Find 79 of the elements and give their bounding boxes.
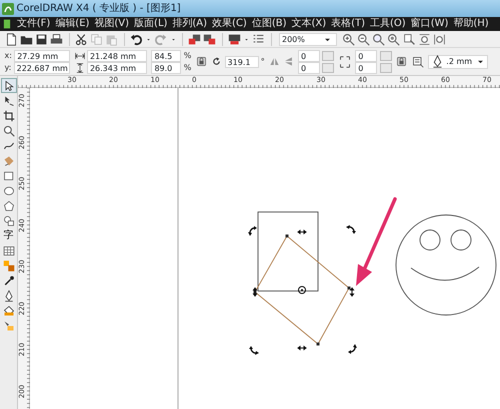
app-icon — [2, 2, 14, 14]
outline-width-combo[interactable]: .2 mm — [428, 54, 488, 68]
fill-icon[interactable] — [2, 320, 14, 332]
skew-handle[interactable] — [350, 288, 354, 296]
position-field[interactable]: 27.29 mm — [14, 50, 70, 62]
menu-item[interactable]: 文本(X) — [291, 17, 326, 31]
monitor-icon[interactable] — [228, 32, 241, 46]
printer-icon[interactable] — [50, 32, 64, 46]
skew-handle[interactable] — [298, 346, 306, 350]
menu-item[interactable]: 版面(L) — [134, 17, 168, 31]
skew-handle[interactable] — [252, 288, 257, 296]
zoom-in-icon[interactable] — [342, 32, 354, 46]
menu-item[interactable]: 文件(F) — [16, 17, 50, 31]
document-menu-icon[interactable] — [2, 18, 12, 30]
menu-item[interactable]: 帮助(H) — [453, 17, 489, 31]
eyedropper-icon[interactable] — [2, 274, 14, 287]
degree-label: ° — [260, 56, 265, 68]
import-icon[interactable] — [188, 32, 201, 46]
smiley-face-drawing[interactable] — [396, 214, 496, 316]
size-field[interactable]: 26.343 mm — [86, 62, 147, 74]
crop-icon[interactable] — [2, 110, 14, 122]
pen-nib-icon — [431, 55, 444, 68]
menu-item[interactable]: 编辑(E) — [55, 17, 90, 31]
percent-label: % — [184, 50, 192, 62]
scissors-icon[interactable] — [74, 32, 88, 46]
position-field[interactable]: 222.687 mm — [14, 62, 70, 74]
menu-item[interactable]: 工具(O) — [370, 17, 406, 31]
corner-node[interactable] — [348, 286, 350, 290]
rectangle-icon[interactable] — [2, 170, 14, 182]
lock-icon[interactable] — [396, 56, 408, 67]
window-title: CorelDRAW X4 ( 专业版 ) - [图形1] — [16, 2, 181, 16]
pen-nib-icon[interactable] — [2, 290, 14, 302]
export-icon[interactable] — [203, 32, 216, 46]
menu-item[interactable]: 效果(C) — [212, 17, 247, 31]
rotation-field[interactable]: 319.1 — [224, 56, 259, 68]
text-tool-button[interactable]: 字 — [0, 228, 16, 244]
floppy-icon[interactable] — [35, 32, 48, 46]
size-field[interactable]: 21.248 mm — [86, 50, 147, 62]
menu-item[interactable]: 位图(B) — [252, 17, 286, 31]
zoom-value: 200% — [282, 34, 305, 44]
rotation-handle[interactable] — [249, 346, 259, 355]
width-icon — [74, 50, 85, 60]
shapes-icon[interactable] — [2, 214, 14, 227]
percent-label: % — [184, 62, 192, 74]
rotate-icon — [211, 56, 222, 67]
zoom-out-icon[interactable] — [356, 32, 370, 46]
corner-node[interactable] — [316, 342, 320, 346]
zoom-combo[interactable]: 200% — [279, 32, 337, 46]
document-icon[interactable] — [4, 32, 18, 46]
rotation-center-marker[interactable] — [298, 286, 306, 294]
menu-item[interactable]: 窗口(W) — [410, 17, 448, 31]
corner-field[interactable]: 0 — [355, 62, 378, 74]
rotation-handle[interactable] — [346, 225, 356, 234]
field-label: x: — [4, 50, 12, 62]
menu-item[interactable]: 表格(T) — [331, 17, 366, 31]
field-label: y: — [4, 62, 12, 74]
ellipse-icon[interactable] — [2, 184, 14, 197]
corner-field[interactable]: 0 — [355, 50, 378, 62]
polygon-icon[interactable] — [2, 200, 14, 212]
paint-bucket-icon[interactable] — [2, 304, 14, 317]
rotation-handle[interactable] — [248, 226, 257, 236]
corner-node[interactable] — [286, 234, 288, 238]
rectangle-shape[interactable] — [258, 212, 318, 292]
list-icon[interactable] — [252, 32, 266, 46]
corner-field[interactable]: 0 — [298, 62, 320, 74]
undo-icon[interactable] — [130, 32, 143, 46]
table-icon[interactable] — [2, 244, 14, 257]
lock-icon[interactable] — [196, 56, 207, 67]
menu-item[interactable]: 视图(V) — [94, 17, 130, 31]
wrap-icon[interactable] — [412, 56, 424, 68]
menu-item[interactable]: 排列(A) — [172, 17, 208, 31]
corner-field[interactable]: 0 — [298, 50, 320, 62]
scale-field[interactable]: 84.5 — [151, 50, 182, 62]
node-edit-icon[interactable] — [2, 94, 14, 107]
height-icon — [74, 62, 85, 72]
skew-handle[interactable] — [298, 230, 306, 234]
rotation-handle[interactable] — [348, 344, 357, 354]
scale-field[interactable]: 89.0 — [151, 62, 182, 74]
outline-width-value: .2 mm — [446, 56, 472, 67]
